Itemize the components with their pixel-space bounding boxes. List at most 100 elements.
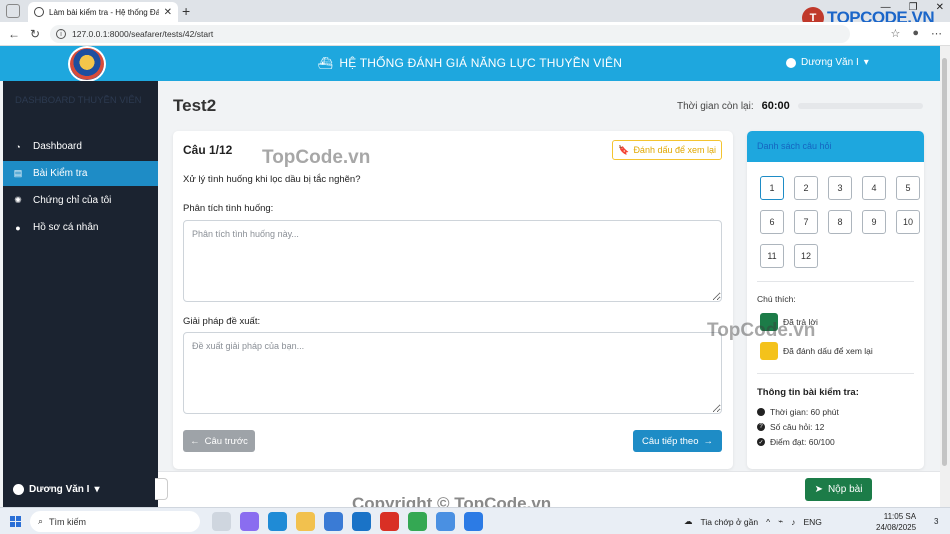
site-info-icon[interactable]: i xyxy=(56,29,66,39)
question-nav-button[interactable]: 8 xyxy=(828,210,852,234)
store-icon[interactable] xyxy=(324,512,343,531)
copilot-icon[interactable] xyxy=(240,512,259,531)
bookmark-icon: 🔖 xyxy=(618,144,630,155)
volume-icon[interactable]: ♪ xyxy=(791,517,795,527)
clock[interactable]: 11:05 SA 24/08/2025 xyxy=(876,511,916,533)
send-icon: ➤ xyxy=(814,484,823,495)
notification-count[interactable]: 3 xyxy=(934,517,938,526)
test-info-text: Điểm đạt: 60/100 xyxy=(770,437,835,447)
user-name: Dương Văn I xyxy=(801,57,859,68)
flagged-swatch xyxy=(760,342,778,360)
clock-icon xyxy=(757,408,765,416)
flag-review-label: Đánh dấu để xem lại xyxy=(633,145,716,155)
app-icon[interactable] xyxy=(436,512,455,531)
caret-down-icon: ▾ xyxy=(863,57,869,68)
test-info-text: Thời gian: 60 phút xyxy=(770,407,839,417)
sidebar-item-dashboard[interactable]: ◔ Dashboard xyxy=(3,134,158,159)
question-nav-button[interactable]: 9 xyxy=(862,210,886,234)
question-card: Câu 1/12 🔖 Đánh dấu để xem lại Xử lý tìn… xyxy=(173,131,733,469)
analysis-textarea[interactable] xyxy=(183,220,722,302)
next-question-label: Câu tiếp theo xyxy=(641,435,699,447)
question-number: Câu 1/12 xyxy=(183,143,233,157)
sidebar-item-certificates[interactable]: ✺ Chứng chỉ của tôi xyxy=(3,188,158,213)
timer-progress-bar xyxy=(797,103,923,109)
tab-actions-icon[interactable] xyxy=(6,4,20,18)
opera-icon[interactable] xyxy=(380,512,399,531)
question-nav-button[interactable]: 10 xyxy=(896,210,920,234)
sidebar-item-profile[interactable]: ● Hồ sơ cá nhân xyxy=(3,215,158,240)
vscode-icon[interactable] xyxy=(464,512,483,531)
test-info-title: Thông tin bài kiểm tra: xyxy=(757,387,859,398)
previous-question-button[interactable]: ← Câu trước xyxy=(183,430,255,452)
url-text: 127.0.0.1:8000/seafarer/tests/42/start xyxy=(72,29,214,39)
reload-icon[interactable]: ↻ xyxy=(30,27,40,41)
chrome-icon[interactable] xyxy=(408,512,427,531)
question-nav-button[interactable]: 7 xyxy=(794,210,818,234)
question-nav-button[interactable]: 4 xyxy=(862,176,886,200)
favorite-icon[interactable]: ☆ xyxy=(890,27,900,40)
analysis-label: Phân tích tình huống: xyxy=(183,203,274,214)
url-field[interactable]: i 127.0.0.1:8000/seafarer/tests/42/start xyxy=(50,25,850,43)
browser-toolbar-icons: ☆ ● ⋯ xyxy=(890,27,942,40)
new-tab-icon[interactable]: + xyxy=(182,3,190,19)
edge-icon[interactable] xyxy=(268,512,287,531)
address-bar: ← ↻ i 127.0.0.1:8000/seafarer/tests/42/s… xyxy=(0,22,950,46)
language-indicator[interactable]: ENG xyxy=(804,517,822,527)
browser-tab[interactable]: Làm bài kiểm tra - Hệ thống Đánh ✕ xyxy=(28,2,178,22)
legend-flagged: Đã đánh dấu để xem lại xyxy=(760,342,873,360)
task-view-icon[interactable] xyxy=(212,512,231,531)
submit-button[interactable]: ➤ Nộp bài xyxy=(805,478,872,501)
back-icon[interactable]: ← xyxy=(8,27,20,41)
menu-icon[interactable]: ⋯ xyxy=(931,27,942,40)
tray-arrow-icon[interactable]: ^ xyxy=(766,517,770,527)
taskbar-apps xyxy=(212,512,483,531)
close-tab-icon[interactable]: ✕ xyxy=(164,7,172,18)
next-question-button[interactable]: Câu tiếp theo → xyxy=(633,430,722,452)
taskbar: ⌕ Tìm kiếm ☁ Tia chớp ở gần ^ ⌁ ♪ ENG 11… xyxy=(0,507,950,534)
windows-start-icon[interactable] xyxy=(10,516,21,527)
test-info-duration: Thời gian: 60 phút xyxy=(757,407,839,417)
ship-icon: ⛴ xyxy=(317,56,334,70)
profile-icon[interactable]: ● xyxy=(912,27,919,40)
user-menu[interactable]: Dương Văn I ▾ xyxy=(786,57,869,68)
network-icon[interactable]: ⌁ xyxy=(778,516,783,527)
user-circle-icon xyxy=(13,484,24,495)
user-icon: ● xyxy=(15,222,21,233)
question-nav-button[interactable]: 1 xyxy=(760,176,784,200)
caret-down-icon: ▾ xyxy=(94,484,100,495)
question-nav-button[interactable]: 11 xyxy=(760,244,784,268)
question-text: Xử lý tình huống khi lọc dầu bị tắc nghẽ… xyxy=(183,174,361,185)
question-nav-button[interactable]: 3 xyxy=(828,176,852,200)
previous-question-label: Câu trước xyxy=(204,435,248,447)
check-icon: ✓ xyxy=(757,438,765,446)
weather-text: Tia chớp ở gần xyxy=(700,516,759,527)
clock-date: 24/08/2025 xyxy=(876,523,917,532)
flag-review-button[interactable]: 🔖 Đánh dấu để xem lại xyxy=(612,140,722,160)
outlook-icon[interactable] xyxy=(352,512,371,531)
footer-left-button[interactable] xyxy=(155,478,168,500)
sidebar-item-label: Chứng chỉ của tôi xyxy=(33,195,112,206)
question-nav-button[interactable]: 2 xyxy=(794,176,818,200)
tab-title: Làm bài kiểm tra - Hệ thống Đánh xyxy=(49,7,159,17)
file-explorer-icon[interactable] xyxy=(296,512,315,531)
divider xyxy=(757,373,914,374)
scrollbar-thumb[interactable] xyxy=(942,58,947,466)
dashboard-icon: ◔ xyxy=(15,141,21,152)
sidebar-user-menu[interactable]: Dương Văn I ▾ xyxy=(13,484,100,495)
taskbar-search[interactable]: ⌕ Tìm kiếm xyxy=(30,511,200,532)
question-nav-button[interactable]: 12 xyxy=(794,244,818,268)
clock-time: 11:05 SA xyxy=(883,512,917,521)
solution-textarea[interactable] xyxy=(183,332,722,414)
watermark: TopCode.vn xyxy=(707,320,816,341)
page-scrollbar[interactable] xyxy=(940,46,950,507)
system-tray: ☁ Tia chớp ở gần ^ ⌁ ♪ ENG xyxy=(684,516,822,527)
question-nav-button[interactable]: 5 xyxy=(896,176,920,200)
sidebar-item-label: Bài Kiểm tra xyxy=(33,168,88,179)
close-window-icon[interactable]: ✕ xyxy=(936,2,944,13)
search-icon: ⌕ xyxy=(38,516,44,526)
question-nav-button[interactable]: 6 xyxy=(760,210,784,234)
sidebar-item-tests[interactable]: ▤ Bài Kiểm tra xyxy=(3,161,158,186)
file-icon: ▤ xyxy=(13,168,23,178)
test-info-count: ? Số câu hỏi: 12 xyxy=(757,422,824,432)
globe-icon xyxy=(34,7,44,17)
